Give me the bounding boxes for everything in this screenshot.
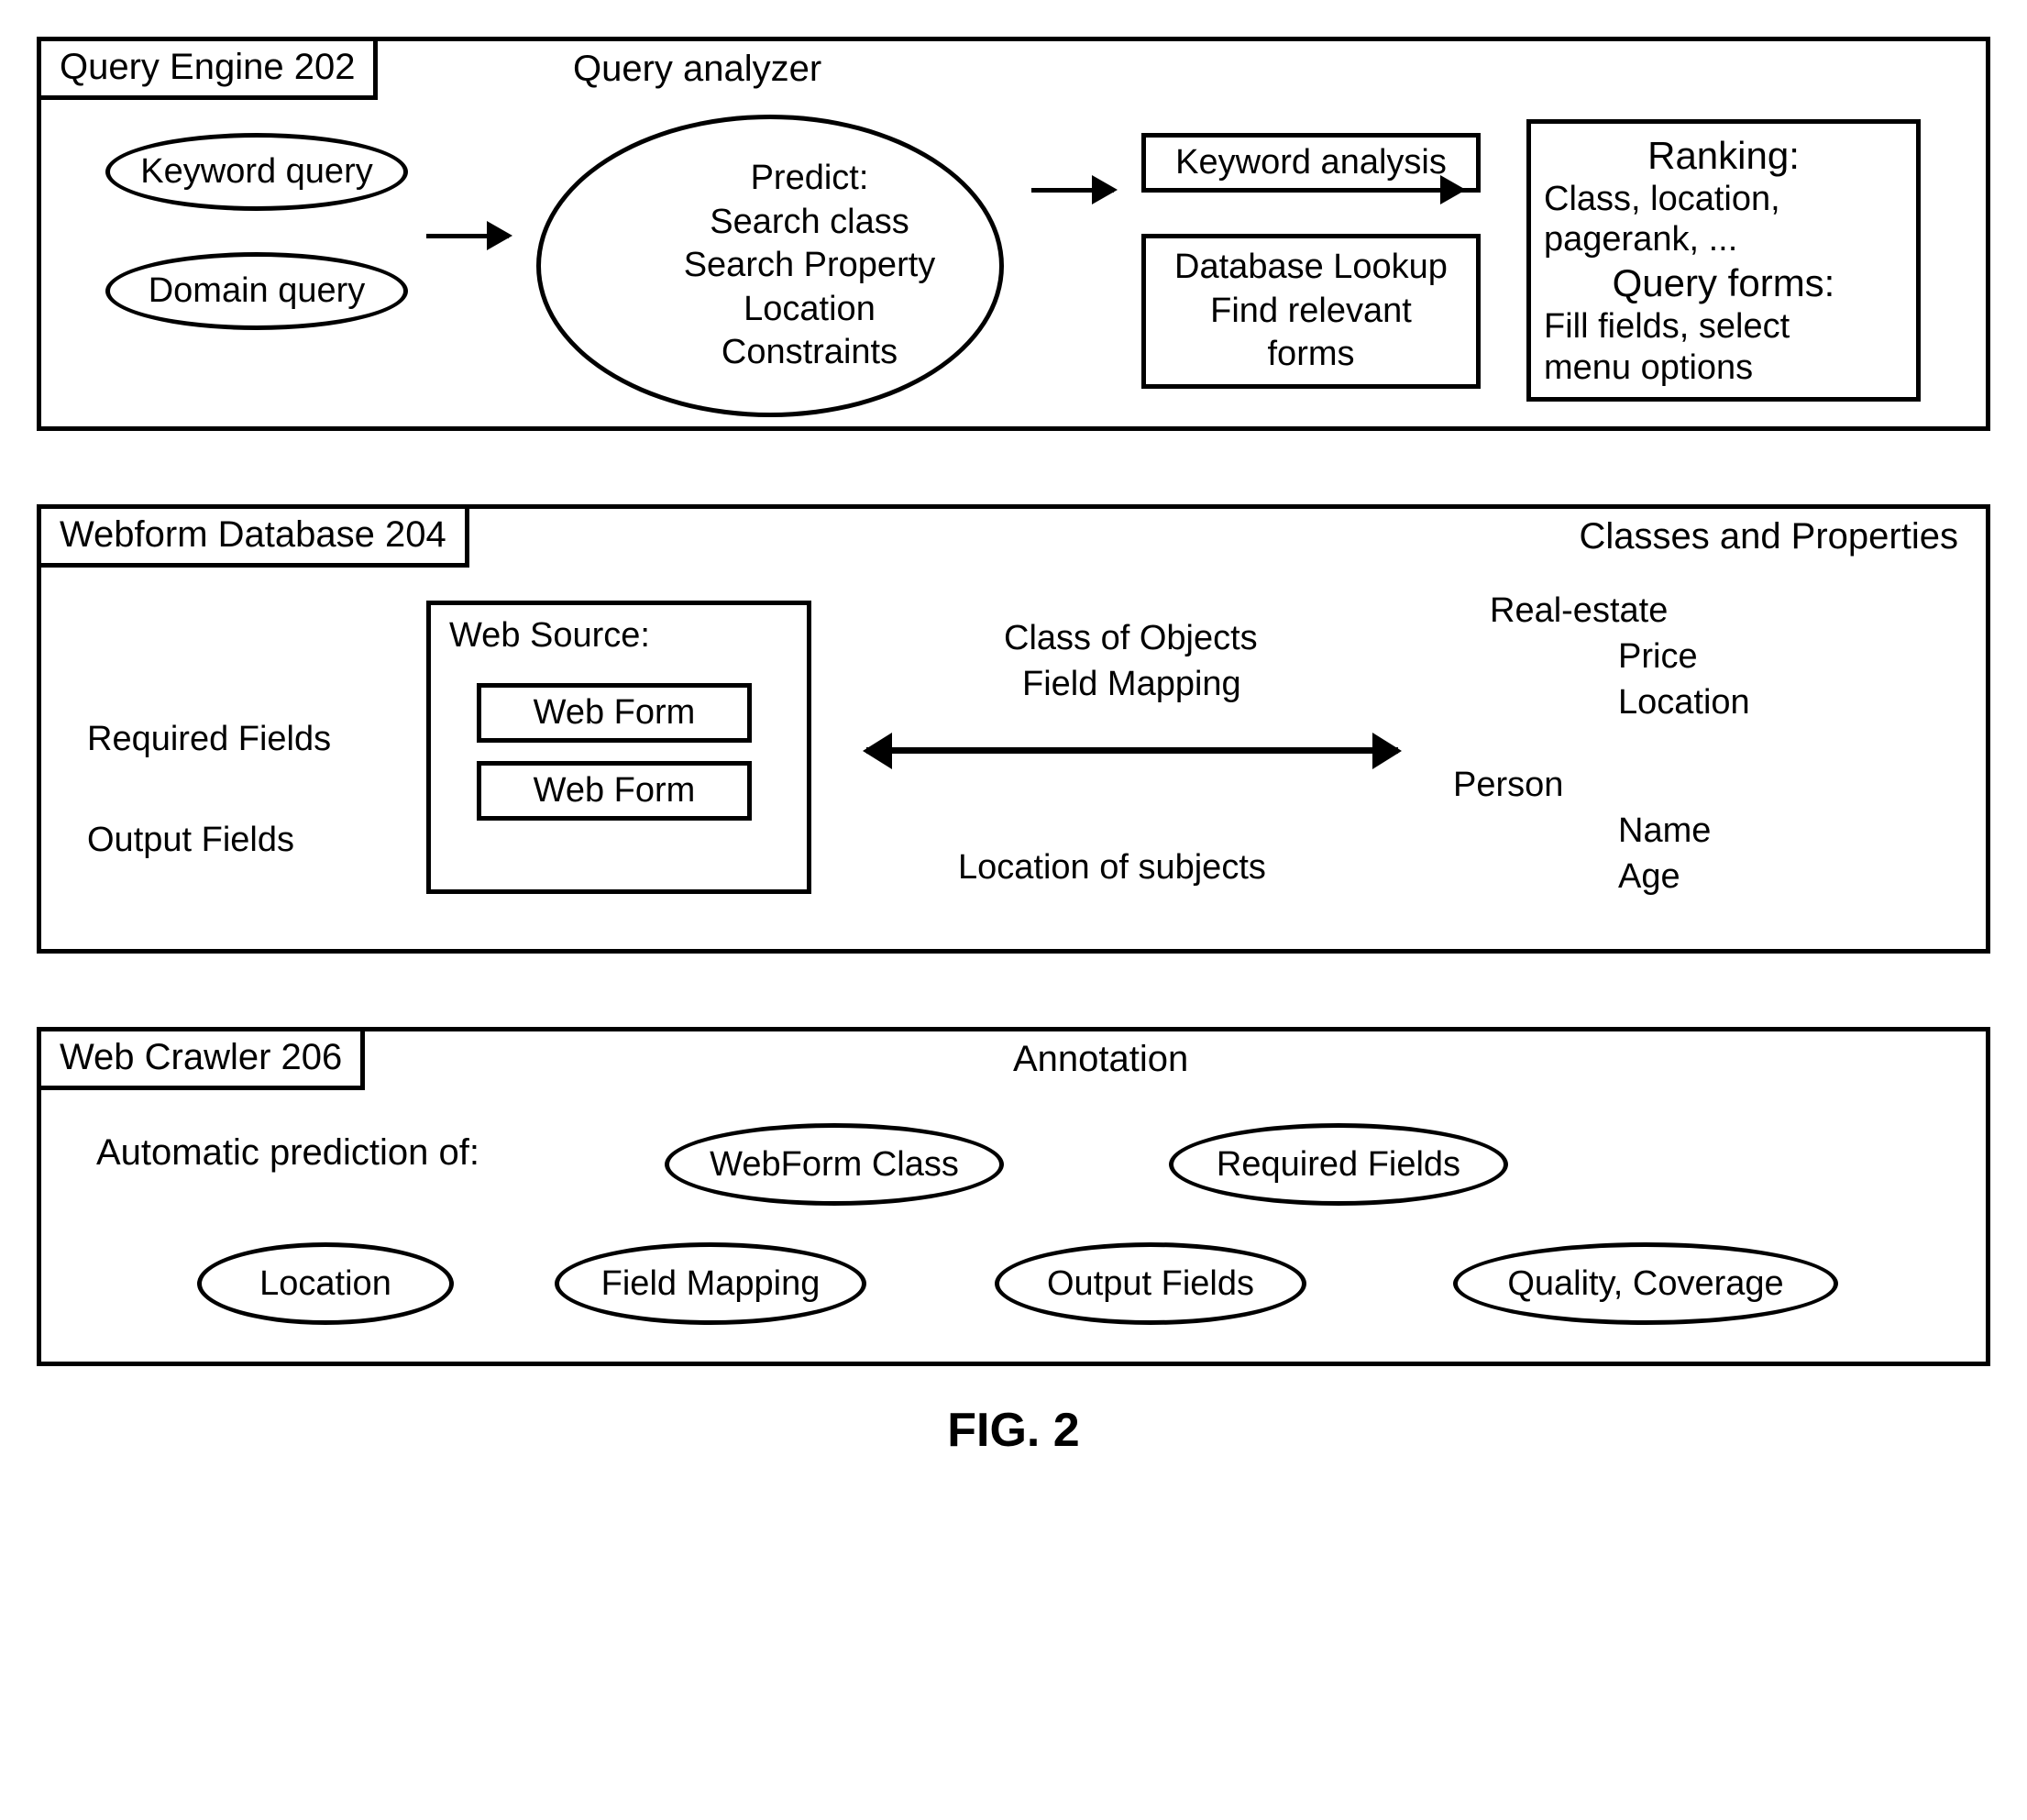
db-lookup-l1: Database Lookup bbox=[1157, 246, 1465, 290]
arrow-icon bbox=[1031, 188, 1114, 193]
location-text: Location bbox=[259, 1264, 391, 1304]
web-form-2-text: Web Form bbox=[534, 771, 696, 810]
class-of-objects-label: Class of Objects bbox=[1004, 619, 1258, 658]
field-mapping-ellipse: Field Mapping bbox=[555, 1242, 866, 1325]
ranking-l2: pagerank, ... bbox=[1544, 219, 1903, 260]
query-forms-title: Query forms: bbox=[1544, 260, 1903, 306]
webform-db-panel: Webform Database 204 Classes and Propert… bbox=[37, 504, 1990, 954]
domain-query-text: Domain query bbox=[149, 271, 366, 311]
predict-line1: Search class bbox=[710, 201, 909, 245]
keyword-query-text: Keyword query bbox=[140, 152, 372, 192]
web-crawler-panel: Web Crawler 206 Annotation Automatic pre… bbox=[37, 1027, 1990, 1366]
query-forms-l2: menu options bbox=[1544, 347, 1903, 389]
predict-line3: Location bbox=[744, 288, 876, 332]
output-fields-text: Output Fields bbox=[1047, 1264, 1254, 1304]
web-source-title: Web Source: bbox=[449, 616, 788, 656]
web-form-1-text: Web Form bbox=[534, 693, 696, 732]
webform-class-text: WebForm Class bbox=[710, 1145, 959, 1185]
domain-query-ellipse: Domain query bbox=[105, 252, 408, 330]
keyword-analysis-box: Keyword analysis bbox=[1141, 133, 1481, 193]
output-fields-ellipse: Output Fields bbox=[995, 1242, 1306, 1325]
predict-title: Predict: bbox=[751, 157, 869, 201]
quality-coverage-ellipse: Quality, Coverage bbox=[1453, 1242, 1838, 1325]
db-lookup-l2: Find relevant bbox=[1157, 290, 1465, 334]
query-engine-panel: Query Engine 202 Query analyzer Keyword … bbox=[37, 37, 1990, 431]
figure-label: FIG. 2 bbox=[37, 1403, 1990, 1458]
webform-class-ellipse: WebForm Class bbox=[665, 1123, 1004, 1206]
web-crawler-body: Automatic prediction of: WebForm Class R… bbox=[41, 1031, 1986, 1362]
arrow-icon bbox=[1316, 188, 1462, 193]
double-arrow-icon bbox=[866, 747, 1398, 754]
price-label: Price bbox=[1618, 637, 1698, 677]
location-ellipse: Location bbox=[197, 1242, 454, 1325]
ranking-box: Ranking: Class, location, pagerank, ... … bbox=[1526, 119, 1921, 402]
output-fields-label: Output Fields bbox=[87, 821, 294, 860]
quality-coverage-text: Quality, Coverage bbox=[1507, 1264, 1783, 1304]
location-label: Location bbox=[1618, 683, 1750, 722]
ranking-l1: Class, location, bbox=[1544, 179, 1903, 220]
web-form-box-2: Web Form bbox=[477, 761, 752, 821]
field-mapping-text: Field Mapping bbox=[601, 1264, 821, 1304]
age-label: Age bbox=[1618, 857, 1680, 897]
web-source-box: Web Source: Web Form Web Form bbox=[426, 601, 811, 894]
query-forms-l1: Fill fields, select bbox=[1544, 306, 1903, 347]
database-lookup-box: Database Lookup Find relevant forms bbox=[1141, 234, 1481, 389]
predict-line2: Search Property bbox=[684, 244, 936, 288]
predict-ellipse: Predict: Search class Search Property Lo… bbox=[536, 115, 1004, 417]
required-fields-text: Required Fields bbox=[1217, 1145, 1460, 1185]
ranking-title: Ranking: bbox=[1544, 133, 1903, 179]
web-form-box-1: Web Form bbox=[477, 683, 752, 743]
predict-line4: Constraints bbox=[722, 331, 898, 375]
location-of-subjects-label: Location of subjects bbox=[958, 848, 1266, 888]
keyword-query-ellipse: Keyword query bbox=[105, 133, 408, 211]
automatic-prediction-label: Automatic prediction of: bbox=[96, 1132, 479, 1174]
keyword-analysis-text: Keyword analysis bbox=[1175, 143, 1447, 182]
query-engine-body: Keyword query Domain query Predict: Sear… bbox=[41, 41, 1986, 426]
webform-db-body: Required Fields Output Fields Web Source… bbox=[41, 509, 1986, 949]
person-label: Person bbox=[1453, 766, 1563, 805]
required-fields-ellipse: Required Fields bbox=[1169, 1123, 1508, 1206]
name-label: Name bbox=[1618, 811, 1711, 851]
real-estate-label: Real-estate bbox=[1490, 591, 1668, 631]
arrow-icon bbox=[426, 234, 509, 238]
required-fields-label: Required Fields bbox=[87, 720, 331, 759]
db-lookup-l3: forms bbox=[1157, 333, 1465, 377]
field-mapping-label: Field Mapping bbox=[1022, 665, 1241, 704]
